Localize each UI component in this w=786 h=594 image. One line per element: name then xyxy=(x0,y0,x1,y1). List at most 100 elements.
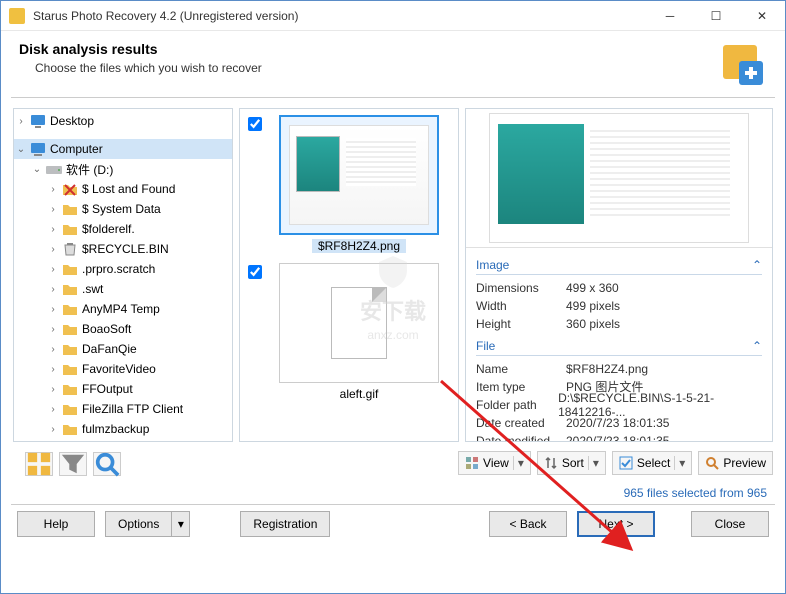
tree-item[interactable]: › FileZilla FTP Client xyxy=(14,399,232,419)
back-button[interactable]: < Back xyxy=(489,511,567,537)
expand-icon[interactable]: › xyxy=(46,244,60,255)
main: › Desktop ⌄ Computer ⌄ 软件 (D:) ›$ Lost a… xyxy=(1,98,785,446)
chevron-up-icon[interactable]: ⌃ xyxy=(752,339,762,353)
chevron-down-icon[interactable]: ▾ xyxy=(674,456,685,470)
tree-item-label: .swt xyxy=(82,282,103,296)
tree-item[interactable]: ›$ Lost and Found xyxy=(14,179,232,199)
folder-icon xyxy=(62,182,78,196)
minimize-button[interactable]: ─ xyxy=(647,1,693,31)
expand-icon[interactable]: › xyxy=(46,284,60,295)
select-dropdown[interactable]: Select ▾ xyxy=(612,451,692,475)
folder-icon xyxy=(62,202,78,216)
kv-dimensions: Dimensions499 x 360 xyxy=(476,279,762,297)
toolbar: View ▾ Sort ▾ Select ▾ Preview xyxy=(1,446,785,480)
tree-item-label: FileZilla FTP Client xyxy=(82,402,183,416)
tree-item[interactable]: › AnyMP4 Temp xyxy=(14,299,232,319)
folder-icon xyxy=(62,222,78,236)
preview-button[interactable]: Preview xyxy=(698,451,773,475)
thumb-item[interactable]: $RF8H2Z4.png xyxy=(246,115,452,253)
chevron-up-icon[interactable]: ⌃ xyxy=(752,258,762,272)
options-button[interactable]: Options xyxy=(105,511,172,537)
folder-icon xyxy=(62,362,78,376)
tree-item-label: fulmzbackup xyxy=(82,422,149,436)
expand-icon[interactable]: › xyxy=(46,204,60,215)
search-button[interactable] xyxy=(93,452,121,476)
section-image[interactable]: Image ⌃ xyxy=(476,258,762,272)
thumb-checkbox[interactable] xyxy=(248,117,262,131)
properties[interactable]: Image ⌃ Dimensions499 x 360 Width499 pix… xyxy=(466,248,772,441)
tree-item-label: FavoriteVideo xyxy=(82,362,156,376)
collapse-icon[interactable]: ⌄ xyxy=(30,164,44,175)
preview-area: Word to xyxy=(466,109,772,248)
thumb-name: $RF8H2Z4.png xyxy=(312,239,406,253)
folder-icon xyxy=(62,302,78,316)
view-icon xyxy=(465,456,479,470)
tree-item[interactable]: › $RECYCLE.BIN xyxy=(14,239,232,259)
tree-item[interactable]: › FavoriteVideo xyxy=(14,359,232,379)
options-dropdown[interactable]: ▾ xyxy=(172,511,190,537)
tree-item[interactable]: ›$folderelf. xyxy=(14,219,232,239)
tree-item-label: $ System Data xyxy=(82,202,161,216)
section-file[interactable]: File ⌃ xyxy=(476,339,762,353)
folder-icon xyxy=(62,282,78,296)
tree-item-label: $RECYCLE.BIN xyxy=(82,242,169,256)
status-text: 965 files selected from 965 xyxy=(1,480,785,504)
expand-icon[interactable]: › xyxy=(46,404,60,415)
tree-item[interactable]: › FFOutput xyxy=(14,379,232,399)
thumb-name: aleft.gif xyxy=(340,387,379,401)
maximize-button[interactable]: ☐ xyxy=(693,1,739,31)
view-dropdown[interactable]: View ▾ xyxy=(458,451,531,475)
expand-icon[interactable]: › xyxy=(46,364,60,375)
expand-icon[interactable]: › xyxy=(46,384,60,395)
expand-icon[interactable]: › xyxy=(46,344,60,355)
folder-icon xyxy=(62,402,78,416)
tree-item[interactable]: › $ System Data xyxy=(14,199,232,219)
folder-tree[interactable]: › Desktop ⌄ Computer ⌄ 软件 (D:) ›$ Lost a… xyxy=(13,108,233,442)
tree-item-label: DaFanQie xyxy=(82,342,137,356)
tree-item-label: FFOutput xyxy=(82,382,133,396)
sort-icon xyxy=(544,456,558,470)
expand-icon[interactable]: › xyxy=(46,424,60,435)
folder-icon xyxy=(62,322,78,336)
tree-item[interactable]: › DaFanQie xyxy=(14,339,232,359)
thumbnail-list[interactable]: $RF8H2Z4.png aleft.gif xyxy=(239,108,459,442)
expand-icon[interactable]: › xyxy=(46,184,60,195)
close-window-button[interactable]: ✕ xyxy=(739,1,785,31)
kv-name: Name$RF8H2Z4.png xyxy=(476,360,762,378)
chevron-down-icon[interactable]: ▾ xyxy=(513,456,524,470)
view-mode-button[interactable] xyxy=(25,452,53,476)
tree-computer[interactable]: ⌄ Computer xyxy=(14,139,232,159)
close-button[interactable]: Close xyxy=(691,511,769,537)
expand-icon[interactable]: › xyxy=(46,224,60,235)
folder-icon xyxy=(62,242,78,256)
preview-image: Word to xyxy=(489,113,749,243)
app-icon xyxy=(9,8,25,24)
expand-icon[interactable]: › xyxy=(14,116,28,127)
sort-dropdown[interactable]: Sort ▾ xyxy=(537,451,606,475)
thumb-box[interactable] xyxy=(279,263,439,383)
drive-icon xyxy=(46,162,62,176)
tree-item[interactable]: › .swt xyxy=(14,279,232,299)
tree-item[interactable]: › fulmzbackup xyxy=(14,419,232,439)
registration-button[interactable]: Registration xyxy=(240,511,330,537)
help-button[interactable]: Help xyxy=(17,511,95,537)
expand-icon[interactable]: › xyxy=(46,264,60,275)
expand-icon[interactable]: › xyxy=(46,304,60,315)
next-button[interactable]: Next > xyxy=(577,511,655,537)
tree-drive[interactable]: ⌄ 软件 (D:) xyxy=(14,159,232,179)
collapse-icon[interactable]: ⌄ xyxy=(14,144,28,155)
thumb-checkbox[interactable] xyxy=(248,265,262,279)
thumb-box[interactable] xyxy=(279,115,439,235)
filter-button[interactable] xyxy=(59,452,87,476)
tree-item[interactable]: › BoaoSoft xyxy=(14,319,232,339)
computer-icon xyxy=(30,142,46,156)
titlebar: Starus Photo Recovery 4.2 (Unregistered … xyxy=(1,1,785,31)
kv-modified: Date modified2020/7/23 18:01:35 xyxy=(476,432,762,441)
chevron-down-icon[interactable]: ▾ xyxy=(588,456,599,470)
expand-icon[interactable]: › xyxy=(46,324,60,335)
thumb-item[interactable]: aleft.gif xyxy=(246,263,452,401)
tree-item-label: BoaoSoft xyxy=(82,322,131,336)
tree-desktop[interactable]: › Desktop xyxy=(14,111,232,131)
tree-item-label: AnyMP4 Temp xyxy=(82,302,160,316)
tree-item[interactable]: ›.prpro.scratch xyxy=(14,259,232,279)
